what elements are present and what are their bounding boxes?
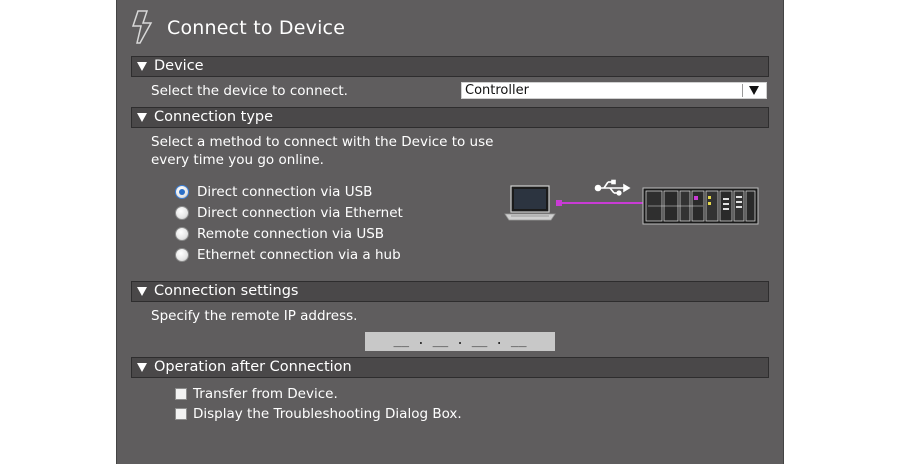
ip-address-value[interactable]: __ . __ . __ . __: [365, 333, 555, 348]
section-header-device[interactable]: Device: [131, 56, 769, 77]
lightning-bolt-icon: [131, 10, 153, 44]
section-title: Connection type: [154, 109, 274, 125]
laptop-icon: [504, 185, 556, 221]
radio-label[interactable]: Direct connection via Ethernet: [197, 205, 403, 221]
connect-to-device-panel: Connect to Device Device Select the devi…: [116, 0, 784, 464]
usb-icon: [594, 179, 631, 196]
connection-diagram: [504, 179, 759, 225]
ip-address-prompt: Specify the remote IP address.: [151, 308, 358, 324]
link-endpoint: [556, 200, 562, 206]
section-header-connection-type[interactable]: Connection type: [131, 107, 769, 128]
collapse-triangle-icon: [137, 363, 147, 372]
device-select[interactable]: Controller: [461, 82, 767, 99]
device-prompt: Select the device to connect.: [151, 83, 348, 99]
ip-address-field[interactable]: __ . __ . __ . __: [365, 332, 555, 351]
dialog-title: Connect to Device: [167, 17, 346, 39]
radio-direct-usb[interactable]: [175, 185, 189, 199]
checkbox-transfer-from-device[interactable]: [175, 388, 187, 400]
section-header-connection-settings[interactable]: Connection settings: [131, 281, 769, 302]
radio-label[interactable]: Ethernet connection via a hub: [197, 247, 401, 263]
section-title: Connection settings: [154, 283, 299, 299]
connection-type-description-line1: Select a method to connect with the Devi…: [151, 134, 494, 150]
collapse-triangle-icon: [137, 113, 147, 122]
radio-direct-ethernet[interactable]: [175, 206, 189, 220]
collapse-triangle-icon: [137, 287, 147, 296]
checkbox-label[interactable]: Display the Troubleshooting Dialog Box.: [193, 406, 462, 422]
collapse-triangle-icon: [137, 62, 147, 71]
radio-label[interactable]: Direct connection via USB: [197, 184, 372, 200]
radio-ethernet-hub[interactable]: [175, 248, 189, 262]
chevron-down-icon[interactable]: [742, 84, 765, 97]
checkbox-display-troubleshooting[interactable]: [175, 408, 187, 420]
device-select-value: Controller: [465, 83, 529, 98]
connection-type-description-line2: every time you go online.: [151, 152, 324, 168]
radio-label[interactable]: Remote connection via USB: [197, 226, 384, 242]
radio-remote-usb[interactable]: [175, 227, 189, 241]
controller-unit-icon: [642, 187, 759, 225]
section-header-operation-after-connection[interactable]: Operation after Connection: [131, 357, 769, 378]
section-title: Operation after Connection: [154, 359, 352, 375]
checkbox-label[interactable]: Transfer from Device.: [193, 386, 338, 402]
title-bar: Connect to Device: [117, 0, 785, 54]
section-title: Device: [154, 58, 204, 74]
